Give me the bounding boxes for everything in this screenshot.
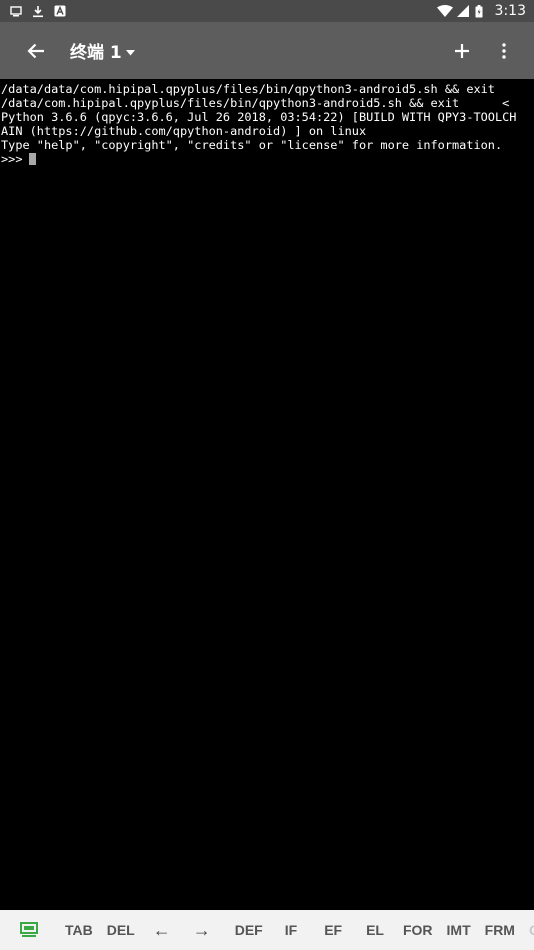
app-actions	[444, 33, 534, 69]
extra-keys-bar: TAB DEL ← → DEF IF EF EL FOR IMT FRM C	[0, 910, 534, 950]
key-del[interactable]: DEL	[107, 922, 135, 938]
status-right-icons: 3:13	[436, 3, 526, 19]
key-imt[interactable]: IMT	[447, 922, 471, 938]
key-def[interactable]: DEF	[235, 922, 263, 938]
screen-icon	[10, 5, 22, 17]
key-if[interactable]: IF	[285, 922, 297, 938]
key-arrow-right[interactable]: →	[193, 920, 211, 941]
terminal-prompt-line: >>>	[1, 152, 516, 166]
wifi-icon	[436, 5, 453, 17]
key-tab[interactable]: TAB	[65, 922, 93, 938]
key-for[interactable]: FOR	[403, 922, 433, 938]
keyboard-icon	[20, 922, 38, 937]
more-vert-icon	[502, 42, 506, 59]
notification-a-icon	[54, 5, 66, 17]
prompt-text: >>>	[1, 152, 23, 166]
status-left-icons	[10, 5, 66, 18]
plus-icon	[455, 43, 469, 58]
more-options-button[interactable]	[486, 33, 522, 69]
terminal-line: AIN (https://github.com/qpython-android)…	[1, 124, 367, 138]
terminal-line: Type "help", "copyright", "credits" or "…	[1, 138, 503, 152]
session-title: 终端 1	[70, 43, 122, 63]
key-ef[interactable]: EF	[324, 922, 342, 938]
back-button[interactable]	[18, 33, 54, 69]
status-time: 3:13	[494, 3, 526, 19]
terminal-line: /data/com.hipipal.qpyplus/files/bin/qpyt…	[1, 96, 510, 110]
terminal-view[interactable]: /data/data/com.hipipal.qpyplus/files/bin…	[0, 79, 534, 910]
terminal-output: /data/data/com.hipipal.qpyplus/files/bin…	[1, 82, 516, 166]
key-frm[interactable]: FRM	[485, 922, 515, 938]
terminal-line: Python 3.6.6 (qpyc:3.6.6, Jul 26 2018, 0…	[1, 110, 517, 124]
terminal-line: /data/data/com.hipipal.qpyplus/files/bin…	[1, 82, 495, 96]
download-icon	[32, 5, 44, 18]
key-el[interactable]: EL	[366, 922, 384, 938]
keyboard-toggle-button[interactable]	[20, 922, 38, 938]
add-session-button[interactable]	[444, 33, 480, 69]
key-partial[interactable]: C	[529, 922, 534, 938]
text-cursor	[29, 153, 37, 165]
app-bar: 终端 1	[0, 22, 534, 79]
arrow-left-icon	[27, 43, 44, 58]
dropdown-caret-icon	[125, 41, 135, 60]
status-bar: 3:13	[0, 0, 534, 22]
signal-icon	[456, 5, 469, 17]
key-arrow-left[interactable]: ←	[153, 920, 171, 941]
battery-icon	[475, 4, 483, 18]
session-selector[interactable]: 终端 1	[70, 38, 135, 63]
